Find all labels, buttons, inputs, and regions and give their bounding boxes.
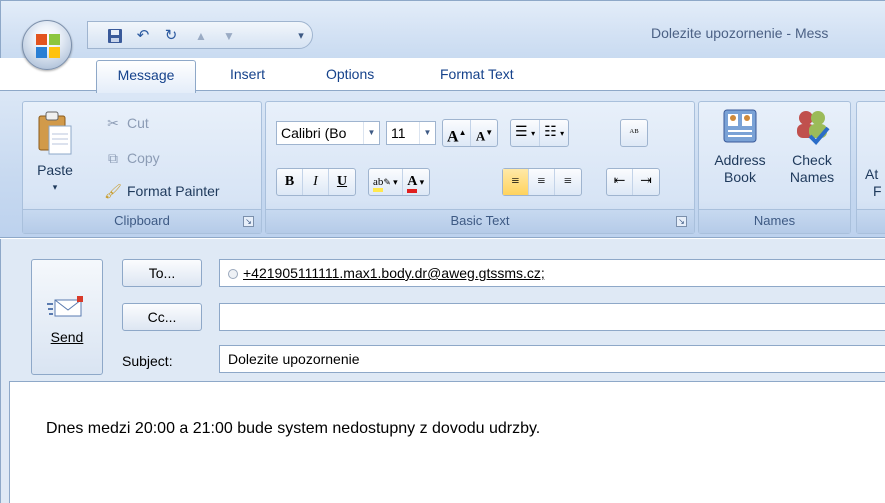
clipboard-group: Paste ▾ ✂ Cut ⧉ Copy 🖌 Format Painter Clipb… [22, 101, 262, 234]
subject-field[interactable]: Dolezite upozornenie [219, 345, 885, 373]
bullets-icon[interactable]: ☰ ▾ [511, 120, 541, 146]
chevron-down-icon[interactable]: ▼ [419, 122, 435, 144]
send-button[interactable]: Send [31, 259, 103, 375]
check-names-label-1: Check [792, 152, 832, 168]
check-names-icon [797, 111, 830, 145]
address-book-label-1: Address [714, 152, 766, 168]
font-color-icon[interactable]: A ▾ [403, 169, 429, 195]
clipboard-dialog-launcher-icon[interactable]: ↘ [243, 216, 254, 227]
clipboard-group-label: Clipboard [23, 209, 261, 233]
address-book-icon [723, 109, 757, 143]
grow-font-icon[interactable]: A▲ [443, 120, 472, 146]
font-size-value: 11 [391, 125, 406, 141]
bold-button[interactable]: B [277, 169, 303, 195]
to-recipient[interactable]: +421905111111.max1.body.dr@aweg.gtssms.c… [243, 265, 545, 281]
cc-button[interactable]: Cc... [122, 303, 202, 331]
copy-button[interactable]: ⧉ Copy [103, 147, 160, 169]
title-bar: ↶ ↻ ▲ ▼ ▾ Dolezite upozornenie - Mess [0, 0, 885, 58]
tab-options[interactable]: Options [314, 60, 386, 90]
include-group-label [857, 209, 885, 233]
underline-button[interactable]: U [329, 169, 355, 195]
format-painter-label: Format Painter [127, 183, 220, 199]
font-grow-shrink-strip: A▲ A▼ [442, 119, 499, 147]
align-right-icon[interactable]: ≡ [555, 169, 581, 195]
check-names-label-2: Names [789, 169, 835, 185]
office-logo-icon [36, 34, 60, 58]
basic-text-group-label: Basic Text [266, 209, 694, 233]
increase-indent-icon[interactable]: ⇥ [633, 169, 659, 195]
copy-icon: ⧉ [108, 150, 118, 166]
paintbrush-icon: 🖌 [104, 183, 122, 199]
basic-text-group: Calibri (Bo ▼ 11 ▼ A▲ A▼ ☰ ▾ ☷ ▾ ᴬᴮ B I … [265, 101, 695, 234]
copy-label: Copy [127, 150, 160, 166]
highlight-icon[interactable]: ab✎ ▾ [369, 169, 403, 195]
subject-label: Subject: [122, 353, 173, 369]
previous-item-icon[interactable]: ▲ [192, 27, 210, 45]
window-title: Dolezite upozornenie - Mess [651, 25, 829, 41]
attach-file-button-partial[interactable]: At F [865, 166, 885, 200]
address-book-label-2: Book [724, 169, 756, 185]
cut-label: Cut [127, 115, 149, 131]
tab-message[interactable]: Message [96, 60, 196, 93]
color-strip: ab✎ ▾ A ▾ [368, 168, 430, 196]
indent-strip: ⇤ ⇥ [606, 168, 660, 196]
check-names-button[interactable]: Check Names [777, 106, 847, 186]
undo-icon[interactable]: ↶ [134, 27, 152, 45]
cc-field[interactable] [219, 303, 885, 331]
paste-button[interactable]: Paste ▾ [31, 110, 79, 196]
format-painter-button[interactable]: 🖌 Format Painter [103, 180, 220, 202]
italic-button[interactable]: I [303, 169, 329, 195]
font-name-combo[interactable]: Calibri (Bo ▼ [276, 121, 380, 145]
quick-access-toolbar: ↶ ↻ ▲ ▼ ▾ [87, 21, 313, 49]
paste-label: Paste [37, 162, 73, 178]
align-left-icon[interactable]: ≡ [503, 169, 529, 195]
compose-area: Send To... +421905111111.max1.body.dr@aw… [0, 239, 885, 503]
to-field[interactable]: +421905111111.max1.body.dr@aweg.gtssms.c… [219, 259, 885, 287]
alignment-strip: ≡ ≡ ≡ [502, 168, 582, 196]
include-group-partial: At F [856, 101, 885, 234]
clear-formatting-icon[interactable]: ᴬᴮ [621, 120, 647, 146]
paste-dropdown-icon: ▾ [52, 182, 58, 192]
presence-status-icon [228, 269, 238, 280]
office-button[interactable] [22, 20, 72, 70]
tab-insert[interactable]: Insert [218, 60, 277, 90]
message-body-text: Dnes medzi 20:00 a 21:00 bude system ned… [46, 420, 541, 437]
decrease-indent-icon[interactable]: ⇤ [607, 169, 633, 195]
left-margin [1, 381, 9, 503]
save-icon[interactable] [106, 27, 124, 45]
to-button[interactable]: To... [122, 259, 202, 287]
font-style-strip: B I U [276, 168, 356, 196]
ribbon: Paste ▾ ✂ Cut ⧉ Copy 🖌 Format Painter Clipb… [0, 90, 885, 238]
paste-icon [38, 111, 72, 155]
attach-label-2: F [873, 183, 882, 199]
numbering-icon[interactable]: ☷ ▾ [540, 120, 568, 146]
shrink-font-icon[interactable]: A▼ [471, 120, 497, 146]
send-label: Send [50, 329, 84, 345]
next-item-icon[interactable]: ▼ [220, 27, 238, 45]
attach-label-1: At [865, 166, 879, 182]
font-size-combo[interactable]: 11 ▼ [386, 121, 436, 145]
address-book-button[interactable]: Address Book [705, 106, 775, 186]
customize-toolbar-icon[interactable]: ▾ [292, 27, 310, 45]
tab-format-text[interactable]: Format Text [428, 60, 526, 90]
envelope-send-icon [47, 296, 83, 317]
cut-button[interactable]: ✂ Cut [103, 112, 149, 134]
redo-icon[interactable]: ↻ [162, 27, 180, 45]
names-group: Address Book Check Names Names [698, 101, 851, 234]
chevron-down-icon[interactable]: ▼ [363, 122, 379, 144]
names-group-label: Names [699, 209, 850, 233]
styles-strip: ᴬᴮ [620, 119, 648, 147]
font-name-value: Calibri (Bo [281, 125, 347, 141]
list-strip: ☰ ▾ ☷ ▾ [510, 119, 570, 147]
basic-text-dialog-launcher-icon[interactable]: ↘ [676, 216, 687, 227]
scissors-icon: ✂ [107, 115, 119, 131]
align-center-icon[interactable]: ≡ [529, 169, 555, 195]
message-body-editor[interactable]: Dnes medzi 20:00 a 21:00 bude system ned… [9, 381, 885, 503]
